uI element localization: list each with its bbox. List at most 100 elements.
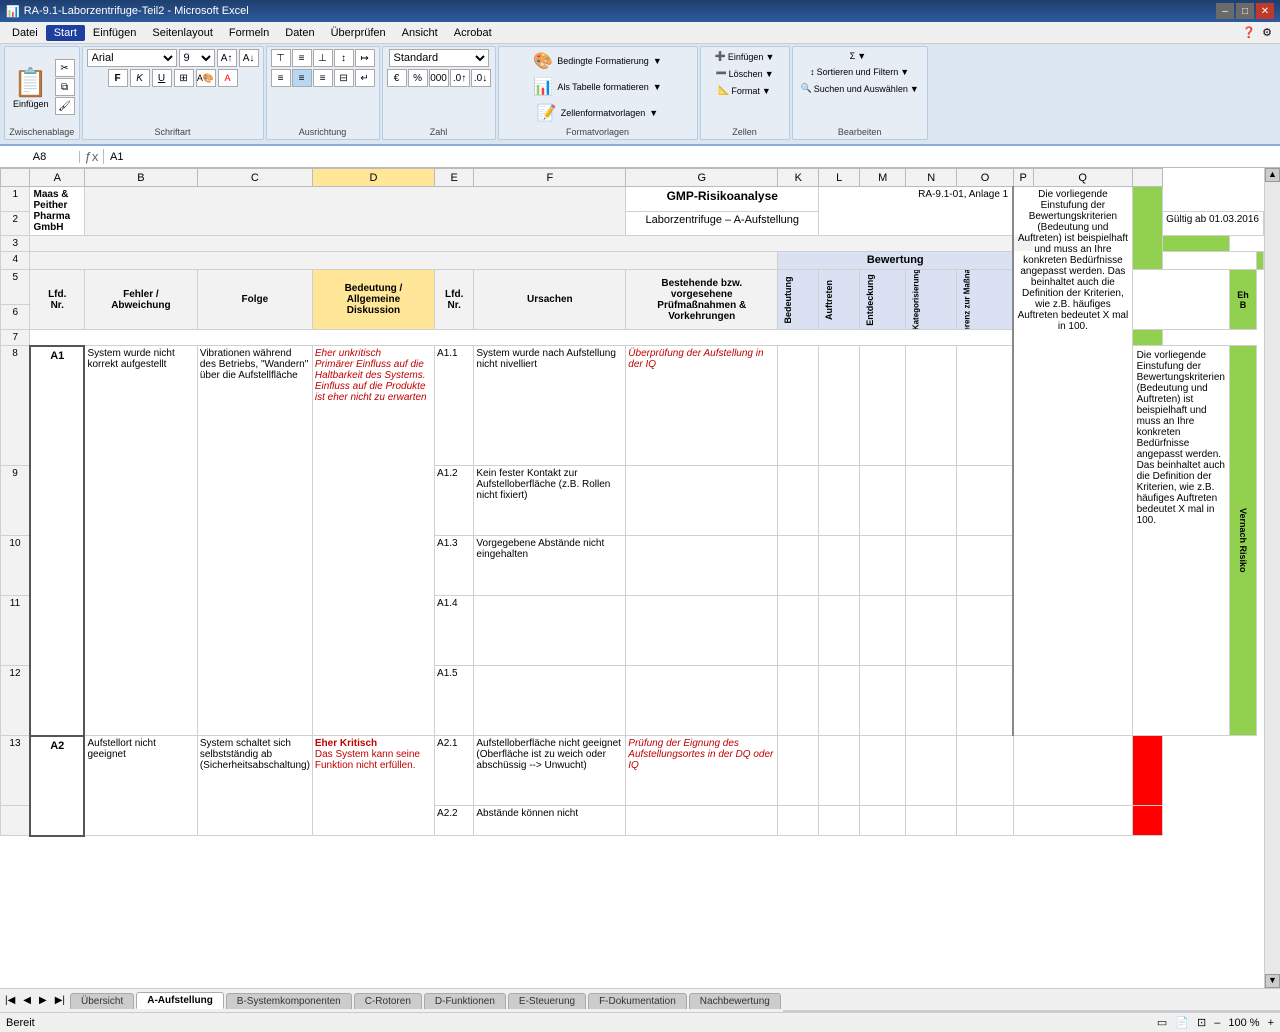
paste-button[interactable]: 📋 Einfügen — [9, 64, 53, 111]
vertical-scrollbar[interactable]: ▲ ▼ — [1264, 168, 1280, 988]
decrease-font-btn[interactable]: A↓ — [239, 49, 259, 67]
conditional-format-btn[interactable]: 🎨 Bedingte Formatierung ▼ — [529, 49, 665, 73]
cell-g-a21[interactable]: Prüfung der Eignung des Aufstellungsorte… — [626, 736, 778, 806]
col-header-o[interactable]: O — [957, 169, 1014, 187]
col-header-l[interactable]: L — [819, 169, 860, 187]
sheet-tab-ubersicht[interactable]: Übersicht — [70, 993, 134, 1009]
sheet-last-btn[interactable]: ▶| — [52, 995, 68, 1006]
col-header-k[interactable]: K — [778, 169, 819, 187]
cell-f-a11[interactable]: System wurde nach Aufstellung nicht nive… — [474, 346, 626, 466]
number-format-select[interactable]: Standard — [389, 49, 489, 67]
cell-g-a15[interactable] — [626, 666, 778, 736]
bold-button[interactable]: F — [108, 69, 128, 87]
align-right-btn[interactable]: ≡ — [313, 69, 333, 87]
menu-formeln[interactable]: Formeln — [221, 25, 277, 41]
col-header-b[interactable]: B — [84, 169, 197, 187]
increase-dec-btn[interactable]: .0↑ — [450, 69, 470, 87]
text-direction-btn[interactable]: ↕ — [334, 49, 354, 67]
cell-f-a22[interactable]: Abstände können nicht — [474, 806, 626, 836]
cell-d1-bedeutung[interactable]: Eher unkritisch Primärer Einfluss auf di… — [312, 346, 434, 736]
delete-cells-btn[interactable]: ➖Löschen▼ — [711, 66, 777, 81]
menu-seitenlayout[interactable]: Seitenlayout — [144, 25, 221, 41]
percent-btn[interactable]: % — [408, 69, 428, 87]
sheet-first-btn[interactable]: |◀ — [2, 995, 18, 1006]
cell-b1-fehler[interactable]: System wurde nicht korrekt aufgestellt — [84, 346, 197, 736]
cell-e-a21[interactable]: A2.1 — [435, 736, 474, 806]
scroll-up-btn[interactable]: ▲ — [1265, 168, 1280, 182]
cell-e-a15[interactable]: A1.5 — [435, 666, 474, 736]
cell-g-a22[interactable] — [626, 806, 778, 836]
italic-button[interactable]: K — [130, 69, 150, 87]
cell-e-a11[interactable]: A1.1 — [435, 346, 474, 466]
minimize-btn[interactable]: – — [1216, 3, 1234, 19]
menu-acrobat[interactable]: Acrobat — [446, 25, 500, 41]
col-header-p[interactable]: P — [1013, 169, 1033, 187]
menu-start[interactable]: Start — [46, 25, 85, 41]
format-painter-button[interactable]: 🖌 — [55, 97, 75, 115]
merge-btn[interactable]: ⊟ — [334, 69, 354, 87]
align-left-btn[interactable]: ≡ — [271, 69, 291, 87]
menu-daten[interactable]: Daten — [277, 25, 322, 41]
wrap-text-btn[interactable]: ↵ — [355, 69, 375, 87]
cell-styles-btn[interactable]: 📝 Zellenformatvorlagen ▼ — [533, 101, 662, 125]
col-header-a[interactable]: A — [30, 169, 85, 187]
col-header-c[interactable]: C — [197, 169, 312, 187]
cell-f-a15[interactable] — [474, 666, 626, 736]
sheet-tab-systemkomponenten[interactable]: B-Systemkomponenten — [226, 993, 352, 1009]
sheet-tab-aufstellung[interactable]: A-Aufstellung — [136, 992, 224, 1009]
help-icon[interactable]: ❓ — [1242, 26, 1256, 39]
fill-color-btn[interactable]: A🎨 — [196, 69, 216, 87]
table-format-btn[interactable]: 📊 Als Tabelle formatieren ▼ — [529, 75, 665, 99]
align-middle-btn[interactable]: ≡ — [292, 49, 312, 67]
format-cells-btn[interactable]: 📐Format▼ — [714, 83, 775, 98]
cell-d2-bedeutung[interactable]: Eher Kritisch Das System kann seine Funk… — [312, 736, 434, 836]
cell-c2-folge[interactable]: System schaltet sich selbstständig ab (S… — [197, 736, 312, 836]
cell-f-a14[interactable] — [474, 596, 626, 666]
decrease-dec-btn[interactable]: .0↓ — [471, 69, 491, 87]
autosum-btn[interactable]: Σ▼ — [846, 49, 874, 63]
copy-button[interactable]: ⧉ — [55, 78, 75, 96]
cell-f-a13[interactable]: Vorgegebene Abstände nicht eingehalten — [474, 536, 626, 596]
options-icon[interactable]: ⚙ — [1262, 26, 1272, 39]
menu-einfuegen[interactable]: Einfügen — [85, 25, 144, 41]
cell-g-a11[interactable]: Überprüfung der Aufstellung in der IQ — [626, 346, 778, 466]
cell-g-a14[interactable] — [626, 596, 778, 666]
scroll-down-btn[interactable]: ▼ — [1265, 974, 1280, 988]
col-header-n[interactable]: N — [906, 169, 957, 187]
align-top-btn[interactable]: ⊤ — [271, 49, 291, 67]
cell-b2-fehler[interactable]: Aufstellort nicht geeignet — [84, 736, 197, 836]
increase-font-btn[interactable]: A↑ — [217, 49, 237, 67]
cell-e-a22[interactable]: A2.2 — [435, 806, 474, 836]
cell-e-a12[interactable]: A1.2 — [435, 466, 474, 536]
menu-datei[interactable]: Datei — [4, 25, 46, 41]
sheet-tab-nachbewertung[interactable]: Nachbewertung — [689, 993, 781, 1009]
menu-ueberpruefen[interactable]: Überprüfen — [323, 25, 394, 41]
sheet-tab-steuerung[interactable]: E-Steuerung — [508, 993, 586, 1009]
col-header-f[interactable]: F — [474, 169, 626, 187]
sheet-tab-rotoren[interactable]: C-Rotoren — [354, 993, 422, 1009]
insert-cells-btn[interactable]: ➕Einfügen▼ — [711, 49, 779, 64]
menu-ansicht[interactable]: Ansicht — [394, 25, 446, 41]
indent-btn[interactable]: ↦ — [355, 49, 375, 67]
cell-e-a14[interactable]: A1.4 — [435, 596, 474, 666]
cell-reference[interactable]: A8 — [0, 151, 80, 163]
sort-filter-btn[interactable]: ↕Sortieren und Filtern▼ — [806, 65, 913, 79]
zoom-out-btn[interactable]: – — [1214, 1017, 1220, 1029]
col-header-m[interactable]: M — [860, 169, 906, 187]
cell-a1[interactable]: Maas & Peither Pharma GmbH — [30, 187, 85, 236]
font-color-btn[interactable]: A — [218, 69, 238, 87]
cell-a2-id[interactable]: A2 — [30, 736, 85, 836]
col-header-g[interactable]: G — [626, 169, 778, 187]
border-button[interactable]: ⊞ — [174, 69, 194, 87]
cell-a1-id[interactable]: A1 — [30, 346, 85, 736]
cell-f-a12[interactable]: Kein fester Kontakt zur Aufstelloberfläc… — [474, 466, 626, 536]
view-break-btn[interactable]: ⊡ — [1197, 1016, 1206, 1029]
align-center-btn[interactable]: ≡ — [292, 69, 312, 87]
currency-btn[interactable]: € — [387, 69, 407, 87]
sheet-prev-btn[interactable]: ◀ — [20, 995, 34, 1006]
sheet-tab-dokumentation[interactable]: F-Dokumentation — [588, 993, 687, 1009]
cell-g-a13[interactable] — [626, 536, 778, 596]
find-select-btn[interactable]: 🔍Suchen und Auswählen▼ — [797, 81, 923, 96]
zoom-in-btn[interactable]: + — [1268, 1017, 1274, 1029]
close-btn[interactable]: ✕ — [1256, 3, 1274, 19]
